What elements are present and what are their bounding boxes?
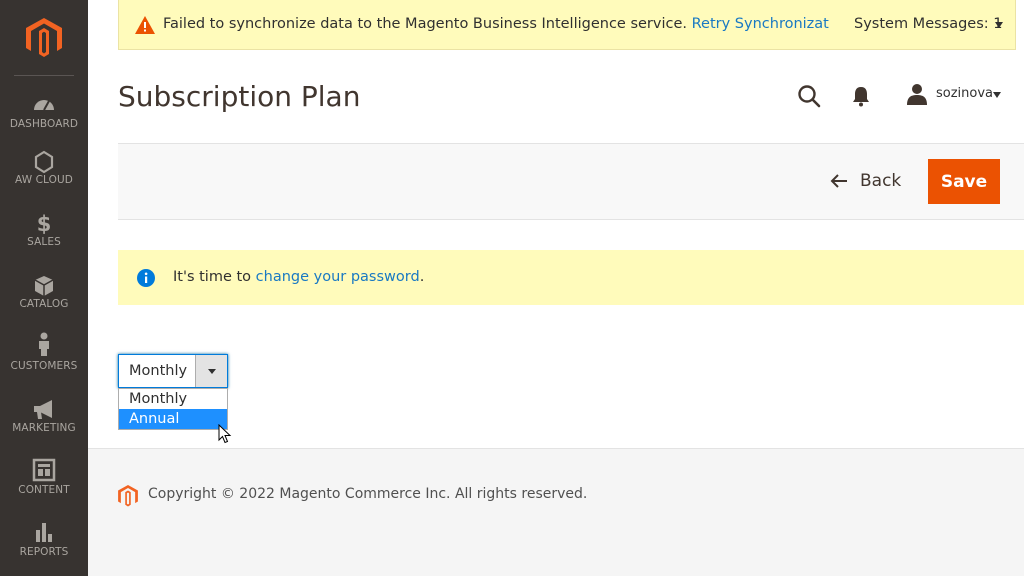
svg-text:$: $ <box>37 212 52 236</box>
logo-divider <box>14 75 74 76</box>
dollar-icon: $ <box>37 212 52 236</box>
back-button[interactable]: Back <box>830 170 901 192</box>
system-message-body: Failed to synchronize data to the Magent… <box>163 16 688 32</box>
person-icon <box>39 332 49 356</box>
plan-select-value: Monthly <box>129 363 188 379</box>
plan-select-dropdown: Monthly Annual <box>118 388 228 430</box>
retry-sync-link[interactable]: Retry Synchronizat <box>692 16 829 32</box>
search-icon[interactable] <box>797 84 821 108</box>
mouse-pointer-icon <box>218 424 232 444</box>
magento-logo-icon[interactable] <box>26 18 62 58</box>
plan-option-monthly[interactable]: Monthly <box>119 389 227 409</box>
chevron-down-icon[interactable] <box>993 92 1001 98</box>
footer-copyright: Copyright © 2022 Magento Commerce Inc. A… <box>148 486 588 502</box>
nav-catalog[interactable]: CATALOG <box>0 274 88 336</box>
bell-icon[interactable] <box>851 85 871 107</box>
magento-logo-icon <box>118 485 138 507</box>
change-password-link[interactable]: change your password <box>256 269 420 285</box>
nav-label: SALES <box>27 236 61 248</box>
nav-content[interactable]: CONTENT <box>0 458 88 520</box>
nav-reports[interactable]: REPORTS <box>0 520 88 582</box>
nav-dashboard[interactable]: DASHBOARD <box>0 92 88 154</box>
warning-icon <box>135 16 155 34</box>
admin-sidebar: DASHBOARD AW CLOUD $ SALES CATALOG CUSTO… <box>0 0 88 576</box>
nav-aw-cloud[interactable]: AW CLOUD <box>0 150 88 212</box>
notice-suffix: . <box>419 269 425 285</box>
layout-icon <box>32 458 56 482</box>
info-icon <box>137 269 155 287</box>
nav-customers[interactable]: CUSTOMERS <box>0 332 88 394</box>
nav-label: DASHBOARD <box>9 118 79 130</box>
system-messages-count[interactable]: System Messages: 1 <box>854 16 1003 32</box>
system-message-bar: Failed to synchronize data to the Magent… <box>118 0 1016 50</box>
nav-label: REPORTS <box>19 546 69 558</box>
back-button-label: Back <box>860 171 902 191</box>
nav-label: CATALOG <box>19 298 69 310</box>
nav-label: CUSTOMERS <box>10 360 78 372</box>
nav-label: CONTENT <box>18 484 70 496</box>
plan-select-toggle[interactable] <box>195 355 227 387</box>
chevron-down-icon <box>208 369 216 374</box>
chevron-down-icon[interactable] <box>995 22 1003 28</box>
nav-label: MARKETING <box>12 422 76 434</box>
hexagon-icon <box>34 150 54 174</box>
account-username[interactable]: sozinova <box>936 86 993 101</box>
system-message-text: Failed to synchronize data to the Magent… <box>163 16 829 32</box>
box-icon <box>34 276 54 296</box>
page-title: Subscription Plan <box>118 80 361 113</box>
plan-option-annual[interactable]: Annual <box>119 409 227 429</box>
nav-marketing[interactable]: MARKETING <box>0 398 88 460</box>
megaphone-icon <box>34 400 52 419</box>
notice-prefix: It's time to <box>173 269 256 285</box>
nav-label: AW CLOUD <box>15 174 73 186</box>
plan-select[interactable]: Monthly <box>118 354 228 388</box>
nav-sales[interactable]: $ SALES <box>0 212 88 274</box>
user-icon[interactable] <box>906 83 928 105</box>
save-button[interactable]: Save <box>928 159 1000 204</box>
password-notice: It's time to change your password. <box>118 250 1024 305</box>
notice-text: It's time to change your password. <box>173 269 424 285</box>
arrow-left-icon <box>830 174 847 188</box>
page-footer <box>88 449 1024 576</box>
dashboard-icon <box>34 100 54 111</box>
bar-chart-icon <box>36 523 52 542</box>
